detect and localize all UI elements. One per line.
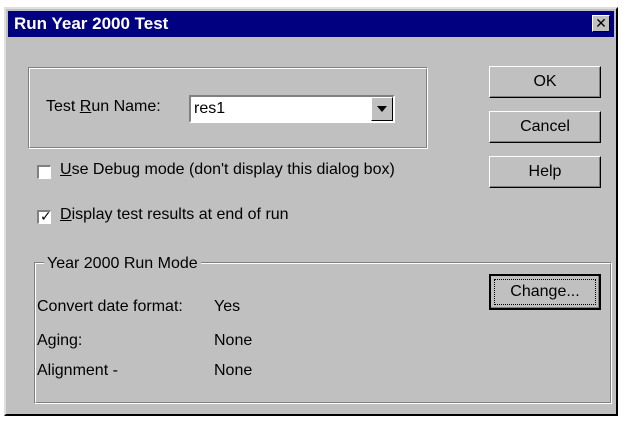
alignment-label: Alignment - (37, 362, 118, 379)
display-results-checkbox[interactable]: ✓ (37, 208, 52, 224)
test-run-name-label: Test Run Name: (46, 98, 161, 115)
change-button[interactable]: Change... (489, 274, 601, 310)
chevron-down-icon (377, 106, 387, 112)
close-button[interactable]: ✕ (592, 15, 610, 32)
window-title: Run Year 2000 Test (14, 14, 169, 33)
cancel-button[interactable]: Cancel (489, 111, 601, 143)
display-results-label[interactable]: Display test results at end of run (60, 206, 289, 224)
change-button-label: Change... (510, 283, 580, 300)
convert-date-format-value: Yes (214, 298, 241, 315)
help-button[interactable]: Help (489, 156, 601, 188)
title-bar[interactable]: Run Year 2000 Test ✕ (8, 11, 614, 37)
checkmark-icon: ✓ (40, 208, 52, 224)
combo-dropdown-button[interactable] (371, 97, 393, 121)
aging-label: Aging: (37, 332, 83, 349)
ok-button-label: OK (533, 73, 557, 90)
aging-value: None (214, 332, 253, 349)
help-button-label: Help (528, 163, 562, 180)
cancel-button-label: Cancel (520, 118, 570, 135)
alignment-value: None (214, 362, 253, 379)
test-run-name-value[interactable]: res1 (194, 100, 225, 118)
convert-date-format-label: Convert date format: (37, 298, 183, 315)
close-icon: ✕ (595, 15, 607, 31)
test-run-name-combobox[interactable]: res1 (189, 95, 395, 123)
debug-mode-label[interactable]: Use Debug mode (don't display this dialo… (60, 161, 395, 179)
run-year-2000-test-dialog: Run Year 2000 Test ✕ Test Run Name: res1… (4, 7, 618, 416)
debug-mode-checkbox[interactable] (37, 165, 51, 179)
ok-button[interactable]: OK (489, 66, 601, 98)
run-mode-group-title: Year 2000 Run Mode (44, 255, 201, 273)
